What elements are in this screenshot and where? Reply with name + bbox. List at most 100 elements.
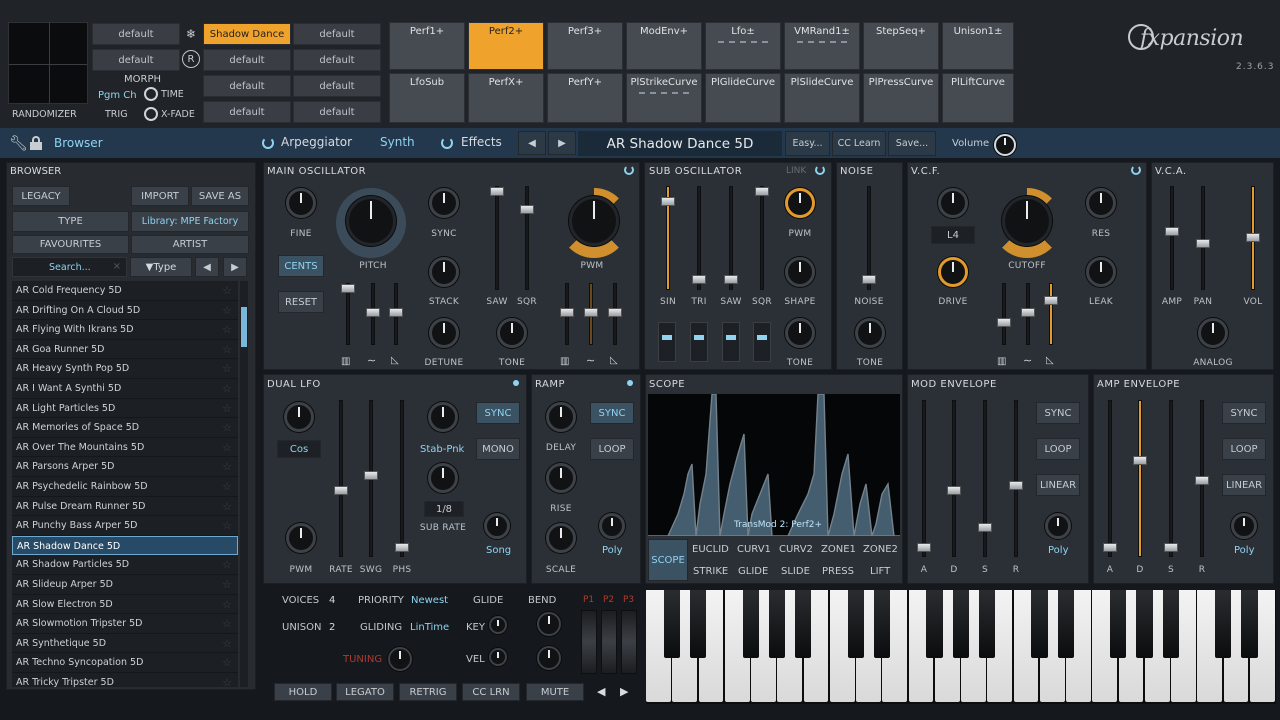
- fine-knob[interactable]: [286, 188, 316, 218]
- pwm-lfo-fader[interactable]: [584, 283, 598, 345]
- lfo2-wave-select[interactable]: Stab-Pnk: [420, 444, 464, 455]
- black-key[interactable]: [926, 590, 943, 658]
- reset-button[interactable]: RESET: [278, 291, 324, 313]
- list-item[interactable]: AR Parsons Arper 5D ☆: [12, 457, 238, 477]
- black-key[interactable]: [952, 590, 969, 658]
- fader-thumb[interactable]: [1195, 476, 1209, 485]
- keyboard[interactable]: [646, 590, 1276, 704]
- scope-tab-slide[interactable]: SLIDE: [781, 566, 810, 577]
- lfo1-wave-knob[interactable]: [284, 402, 314, 432]
- main-osc-power-icon[interactable]: [624, 165, 634, 175]
- noise-tone-knob[interactable]: [855, 318, 885, 348]
- pwm-keytrack-fader[interactable]: [560, 283, 574, 345]
- time-toggle[interactable]: [144, 87, 158, 101]
- list-item[interactable]: AR Synthetique 5D ☆: [12, 634, 238, 654]
- favourite-star-icon[interactable]: ☆: [222, 653, 232, 673]
- fader-thumb[interactable]: [490, 187, 504, 196]
- favourite-star-icon[interactable]: ☆: [222, 516, 232, 536]
- fader-thumb[interactable]: [1164, 543, 1178, 552]
- lock-icon[interactable]: [30, 136, 42, 150]
- perf-slot-3[interactable]: Perf3+: [547, 22, 623, 70]
- perf-slot-4[interactable]: ModEnv+: [626, 22, 702, 70]
- saw-fader[interactable]: [490, 186, 504, 290]
- list-item[interactable]: AR Slideup Arper 5D ☆: [12, 575, 238, 595]
- filter-mode-select[interactable]: L4: [931, 226, 975, 244]
- black-key[interactable]: [690, 590, 707, 658]
- fader-thumb[interactable]: [1165, 227, 1179, 236]
- preset-slot-8[interactable]: default: [293, 75, 381, 97]
- list-item[interactable]: AR Slowmotion Tripster 5D ☆: [12, 614, 238, 634]
- black-key[interactable]: [847, 590, 864, 658]
- list-item[interactable]: AR Psychedelic Rainbow 5D ☆: [12, 477, 238, 497]
- preset-slot-2[interactable]: Shadow Dance: [203, 23, 291, 45]
- fader-thumb[interactable]: [1103, 543, 1117, 552]
- list-item[interactable]: AR Drifting On A Cloud 5D ☆: [12, 301, 238, 321]
- tone-knob[interactable]: [497, 318, 527, 348]
- tuning-knob[interactable]: [388, 647, 412, 671]
- glide-vel-knob[interactable]: [489, 648, 507, 666]
- list-item[interactable]: AR Cold Frequency 5D ☆: [12, 281, 238, 301]
- scope-tab-press[interactable]: PRESS: [822, 566, 854, 577]
- hold-button[interactable]: HOLD: [274, 683, 332, 701]
- black-key[interactable]: [978, 590, 996, 658]
- scale-knob[interactable]: [546, 523, 576, 553]
- perf-slot-9[interactable]: LfoSub: [389, 73, 465, 123]
- list-item[interactable]: AR Pulse Dream Runner 5D ☆: [12, 497, 238, 517]
- delay-knob[interactable]: [546, 402, 576, 432]
- fader-thumb[interactable]: [724, 275, 738, 284]
- list-item[interactable]: AR Tricky Tripster 5D ☆: [12, 673, 238, 687]
- perf-slot-2[interactable]: Perf2+: [468, 22, 544, 70]
- fader-thumb[interactable]: [997, 318, 1011, 327]
- vcf-mode-knob[interactable]: [938, 188, 968, 218]
- subsqr-fader[interactable]: [755, 186, 769, 290]
- song-select[interactable]: Song: [486, 545, 511, 556]
- cc-learn-button[interactable]: CC Learn: [832, 131, 886, 156]
- cutoff-knob[interactable]: [1002, 196, 1052, 246]
- black-key[interactable]: [663, 590, 681, 658]
- vcf-power-icon[interactable]: [1131, 165, 1141, 175]
- mod-release-fader[interactable]: [1009, 400, 1023, 557]
- save-as-button[interactable]: SAVE AS: [191, 186, 249, 206]
- favourites-button[interactable]: FAVOURITES: [12, 235, 129, 254]
- mod-loop-button[interactable]: LOOP: [1036, 438, 1080, 460]
- leak-knob[interactable]: [1086, 257, 1116, 287]
- link-label[interactable]: LINK: [786, 166, 806, 176]
- song-knob[interactable]: [484, 513, 510, 539]
- scope-tab-zone1[interactable]: ZONE1: [821, 544, 856, 555]
- prev-preset-button[interactable]: ◀: [518, 131, 546, 155]
- pitch-knob[interactable]: [346, 196, 396, 246]
- amp-attack-fader[interactable]: [1103, 400, 1117, 557]
- scrollbar-thumb[interactable]: [241, 307, 247, 347]
- black-key[interactable]: [742, 590, 759, 658]
- preset-slot-5[interactable]: default: [203, 49, 291, 71]
- fader-thumb[interactable]: [692, 275, 706, 284]
- favourite-star-icon[interactable]: ☆: [222, 595, 232, 615]
- list-item[interactable]: AR Shadow Particles 5D ☆: [12, 555, 238, 575]
- search-input[interactable]: Search... ×: [12, 257, 127, 277]
- amp-decay-fader[interactable]: [1133, 400, 1147, 557]
- list-item[interactable]: AR Techno Syncopation 5D ☆: [12, 653, 238, 673]
- list-item[interactable]: AR Punchy Bass Arper 5D ☆: [12, 516, 238, 536]
- favourite-star-icon[interactable]: ☆: [222, 399, 232, 419]
- favourite-star-icon[interactable]: ☆: [222, 379, 232, 399]
- amp-linear-button[interactable]: LINEAR: [1222, 474, 1266, 496]
- volume-knob[interactable]: [994, 134, 1016, 156]
- browser-tab[interactable]: Browser: [54, 136, 103, 150]
- favourite-star-icon[interactable]: ☆: [222, 555, 232, 575]
- black-key[interactable]: [768, 590, 786, 658]
- vcf-env-fader[interactable]: [1044, 283, 1058, 345]
- scope-tab-curv2[interactable]: CURV2: [779, 544, 813, 555]
- preset-slot-9[interactable]: default: [203, 101, 291, 123]
- favourite-star-icon[interactable]: ☆: [222, 438, 232, 458]
- easy-button[interactable]: Easy...: [785, 131, 830, 156]
- amp-poly-select[interactable]: Poly: [1234, 545, 1255, 556]
- scope-tab-strike[interactable]: STRIKE: [693, 566, 728, 577]
- snowflake-icon[interactable]: ❄: [182, 23, 200, 45]
- perf-slot-6[interactable]: VMRand1±: [784, 22, 860, 70]
- lfo-phs-fader[interactable]: [395, 400, 409, 557]
- sub-rate-value[interactable]: 1/8: [424, 501, 464, 517]
- scope-tab-lift[interactable]: LIFT: [870, 566, 890, 577]
- favourite-star-icon[interactable]: ☆: [222, 301, 232, 321]
- preset-slot-4[interactable]: default: [92, 49, 180, 71]
- xfade-toggle[interactable]: [144, 107, 158, 121]
